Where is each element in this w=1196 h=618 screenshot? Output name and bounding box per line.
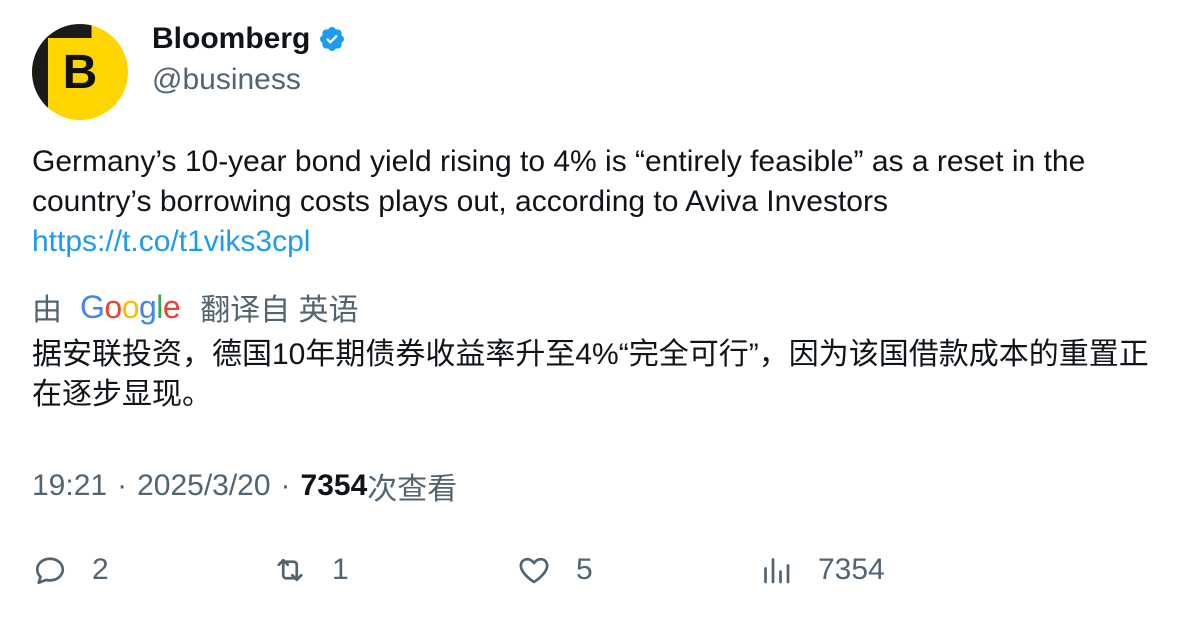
analytics-icon bbox=[764, 558, 790, 584]
reply-icon bbox=[35, 557, 65, 585]
tweet-body: Germany’s 10-year bond yield rising to 4… bbox=[32, 142, 1172, 262]
heart-icon bbox=[519, 557, 549, 584]
views-count: 7354 bbox=[300, 469, 368, 502]
translation-attribution: 由 Google 翻译自 英语 bbox=[32, 285, 359, 329]
reply-button[interactable]: 2 bbox=[32, 552, 109, 588]
tweet-time[interactable]: 19:21 bbox=[32, 469, 107, 503]
action-bar: 2 1 5 7354 bbox=[32, 552, 1172, 592]
avatar[interactable]: B bbox=[32, 24, 128, 120]
tweet-date[interactable]: 2025/3/20 bbox=[137, 469, 270, 503]
translated-text: 据安联投资，德国10年期债券收益率升至4%“完全可行”，因为该国借款成本的重置正… bbox=[32, 338, 1149, 411]
meta-separator-1: · bbox=[117, 469, 128, 502]
retweet-count: 1 bbox=[332, 553, 349, 586]
views-action-count: 7354 bbox=[818, 553, 885, 586]
display-name[interactable]: Bloomberg bbox=[152, 22, 310, 56]
author-handle[interactable]: @business bbox=[152, 63, 301, 97]
meta-separator-2: · bbox=[280, 469, 291, 502]
verified-badge-icon bbox=[320, 27, 345, 51]
translation-prefix: 由 bbox=[32, 294, 62, 327]
tweet-meta: 19:21 · 2025/3/20 · 7354 次查看 bbox=[32, 464, 457, 508]
google-logo-icon: Google bbox=[80, 288, 181, 325]
translation-suffix[interactable]: 翻译自 英语 bbox=[200, 285, 358, 329]
retweet-icon bbox=[277, 558, 303, 582]
author-name-row: Bloomberg bbox=[152, 22, 346, 56]
views-button[interactable]: 7354 bbox=[758, 552, 885, 588]
reply-count: 2 bbox=[92, 553, 109, 586]
like-count: 5 bbox=[576, 553, 593, 586]
like-button[interactable]: 5 bbox=[516, 552, 593, 588]
retweet-button[interactable]: 1 bbox=[272, 552, 349, 588]
tweet-link[interactable]: https://t.co/t1viks3cpl bbox=[32, 222, 1172, 262]
views-label: 次查看 bbox=[367, 473, 458, 506]
tweet-text: Germany’s 10-year bond yield rising to 4… bbox=[32, 145, 1086, 218]
avatar-letter: B bbox=[62, 45, 98, 99]
